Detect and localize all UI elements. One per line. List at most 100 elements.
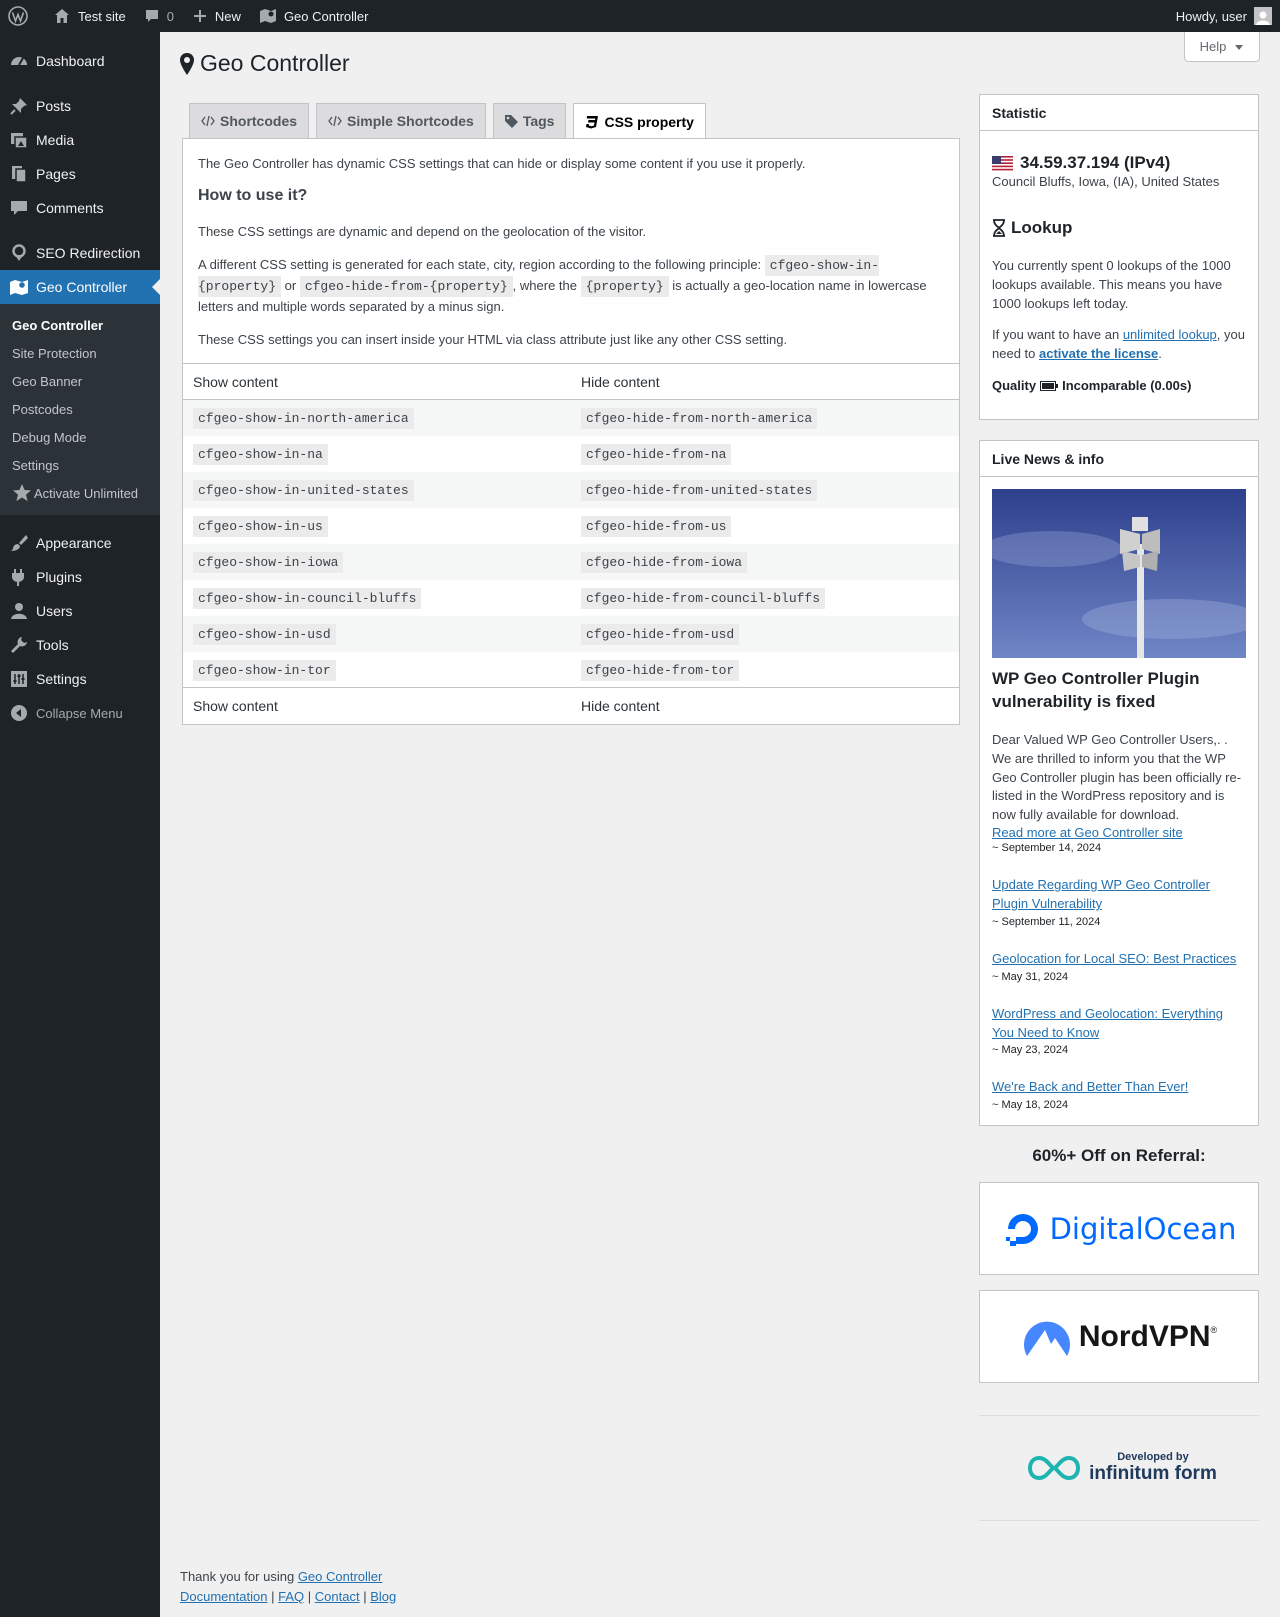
submenu-item-site-protection[interactable]: Site Protection: [0, 339, 160, 367]
css-show-class: cfgeo-show-in-na: [193, 443, 328, 465]
home-icon: [55, 9, 69, 23]
css-hide-class: cfgeo-hide-from-united-states: [581, 479, 818, 501]
insert-text: These CSS settings you can insert inside…: [198, 332, 788, 348]
sidebar-item-plugins[interactable]: Plugins: [0, 560, 160, 594]
footer-plugin-link[interactable]: Geo Controller: [298, 1569, 383, 1584]
sidebar-item-appearance[interactable]: Appearance: [0, 526, 160, 560]
principle-code-hide: cfgeo-hide-from-{property}: [299, 276, 513, 298]
css-hide-cell: cfgeo-hide-from-council-bluffs: [571, 580, 959, 616]
footer-documentation-link[interactable]: Documentation: [180, 1589, 267, 1604]
tab-shortcodes[interactable]: Shortcodes: [189, 103, 310, 138]
footer-blog-link[interactable]: Blog: [370, 1589, 396, 1604]
news-item-link[interactable]: Geolocation for Local SEO: Best Practice…: [992, 951, 1236, 966]
help-label: Help: [1199, 39, 1227, 54]
css-hide-class: cfgeo-hide-from-na: [581, 443, 732, 465]
location-pin-icon: [12, 244, 26, 261]
submenu-item-activate-unlimited[interactable]: Activate Unlimited: [0, 479, 160, 507]
geo-controller-bar-link[interactable]: Geo Controller: [251, 0, 379, 32]
css-hide-class: cfgeo-hide-from-us: [581, 515, 732, 537]
css-show-cell: cfgeo-show-in-tor: [183, 652, 571, 688]
css-show-cell: cfgeo-show-in-usd: [183, 616, 571, 652]
submenu-item-geo-banner[interactable]: Geo Banner: [0, 367, 160, 395]
main-content: Help Geo Controller Shortcodes Simple Sh…: [160, 32, 1280, 1617]
nordvpn-ad[interactable]: NordVPN ®: [979, 1290, 1259, 1384]
plus-icon: [193, 10, 206, 22]
sidebar-item-posts[interactable]: Posts: [0, 89, 160, 123]
css3-icon: [586, 115, 599, 128]
collapse-menu-label: Collapse Menu: [36, 705, 123, 721]
wordpress-logo-button[interactable]: [0, 0, 45, 32]
sidebar-label-dashboard: Dashboard: [36, 53, 105, 69]
lookup-text: You currently spent 0 lookups of the 100…: [992, 257, 1231, 311]
lookup-heading: Lookup: [992, 218, 1246, 238]
visitor-location: Council Bluffs, Iowa, (IA), United State…: [992, 174, 1220, 189]
footer-contact-link[interactable]: Contact: [315, 1589, 360, 1604]
footer-sep: |: [363, 1589, 367, 1604]
sidebar-item-media[interactable]: Media: [0, 123, 160, 157]
tab-simple-shortcodes[interactable]: Simple Shortcodes: [316, 103, 486, 138]
sidebar-label-plugins: Plugins: [36, 569, 82, 585]
sidebar-item-geo-controller[interactable]: Geo Controller: [0, 270, 160, 304]
principle-or: or: [284, 278, 297, 294]
collapse-menu-button[interactable]: Collapse Menu: [0, 696, 160, 730]
list-item: We're Back and Better Than Ever! ~ May 18…: [992, 1078, 1246, 1111]
comments-count: 0: [166, 8, 174, 24]
ip-address-line: 34.59.37.194 (IPv4): [992, 153, 1246, 173]
submenu-item-debug-mode[interactable]: Debug Mode: [0, 423, 160, 451]
us-flag-icon: [992, 155, 1013, 171]
digitalocean-ad[interactable]: DigitalOcean: [979, 1182, 1259, 1276]
activate-license-link[interactable]: activate the license: [1039, 346, 1158, 361]
battery-full-icon: [1040, 380, 1059, 391]
css-hide-class: cfgeo-hide-from-usd: [581, 623, 740, 645]
tab-css-property-label: CSS property: [604, 113, 694, 130]
submenu-item-geo-controller[interactable]: Geo Controller: [0, 311, 160, 339]
footer-faq-link[interactable]: FAQ: [278, 1589, 304, 1604]
my-account-link[interactable]: Howdy, user: [1176, 7, 1280, 25]
license-text-c: .: [1158, 346, 1162, 362]
sidebar-item-tools[interactable]: Tools: [0, 628, 160, 662]
media-icon: [11, 133, 28, 149]
comments-link[interactable]: 0: [136, 0, 184, 32]
tab-simple-shortcodes-label: Simple Shortcodes: [347, 113, 474, 129]
submenu-item-postcodes[interactable]: Postcodes: [0, 395, 160, 423]
news-featured-image[interactable]: [992, 489, 1246, 659]
new-content-link[interactable]: New: [184, 0, 251, 32]
css-hide-cell: cfgeo-hide-from-north-america: [571, 400, 959, 436]
css-hide-cell: cfgeo-hide-from-iowa: [571, 544, 959, 580]
news-item-link[interactable]: Update Regarding WP Geo Controller Plugi…: [992, 877, 1210, 911]
page-title-text: Geo Controller: [200, 50, 350, 76]
sidebar-item-comments[interactable]: Comments: [0, 191, 160, 225]
table-row: cfgeo-show-in-united-states cfgeo-hide-fr…: [183, 471, 959, 508]
css-hide-cell: cfgeo-hide-from-na: [571, 436, 959, 472]
infinitum-form-wordmark: infinitum form: [1089, 1463, 1217, 1485]
tab-tags[interactable]: Tags: [492, 103, 567, 138]
admin-sidebar: Dashboard Posts Media Pages Comments SEO…: [0, 32, 160, 1617]
news-item-link[interactable]: We're Back and Better Than Ever!: [992, 1079, 1188, 1094]
read-more-link[interactable]: Read more at Geo Controller site: [992, 825, 1183, 840]
users-icon: [11, 603, 27, 619]
css-show-class: cfgeo-show-in-tor: [193, 659, 336, 681]
sidebar-item-dashboard[interactable]: Dashboard: [0, 44, 160, 78]
sidebar-item-seo-redirection[interactable]: SEO Redirection: [0, 236, 160, 270]
infinity-logo-icon: [1028, 1456, 1081, 1481]
css-show-class: cfgeo-show-in-council-bluffs: [193, 587, 422, 609]
unlimited-lookup-link[interactable]: unlimited lookup: [1123, 327, 1217, 342]
css-show-cell: cfgeo-show-in-us: [183, 508, 571, 544]
sidebar-label-users: Users: [36, 603, 73, 619]
site-name-link[interactable]: Test site: [45, 0, 136, 32]
developer-credit[interactable]: Developed by infinitum form: [979, 1415, 1259, 1522]
sidebar-item-users[interactable]: Users: [0, 594, 160, 628]
admin-bar: Test site 0 New Geo Controller Howdy, us…: [0, 0, 1280, 32]
help-button[interactable]: Help: [1184, 32, 1260, 62]
css-show-class: cfgeo-show-in-usd: [193, 623, 336, 645]
nordvpn-wordmark: NordVPN: [1078, 1319, 1211, 1353]
tag-icon: [504, 114, 518, 128]
tab-css-property[interactable]: CSS property: [573, 103, 706, 139]
sidebar-item-pages[interactable]: Pages: [0, 157, 160, 191]
map-icon: [259, 9, 276, 23]
sidebar-item-settings[interactable]: Settings: [0, 662, 160, 696]
table-row: cfgeo-show-in-north-america cfgeo-hide-fr…: [183, 399, 959, 436]
submenu-item-settings[interactable]: Settings: [0, 451, 160, 479]
column-header-show: Show content: [183, 363, 571, 401]
news-item-link[interactable]: WordPress and Geolocation: Everything Yo…: [992, 1006, 1223, 1040]
